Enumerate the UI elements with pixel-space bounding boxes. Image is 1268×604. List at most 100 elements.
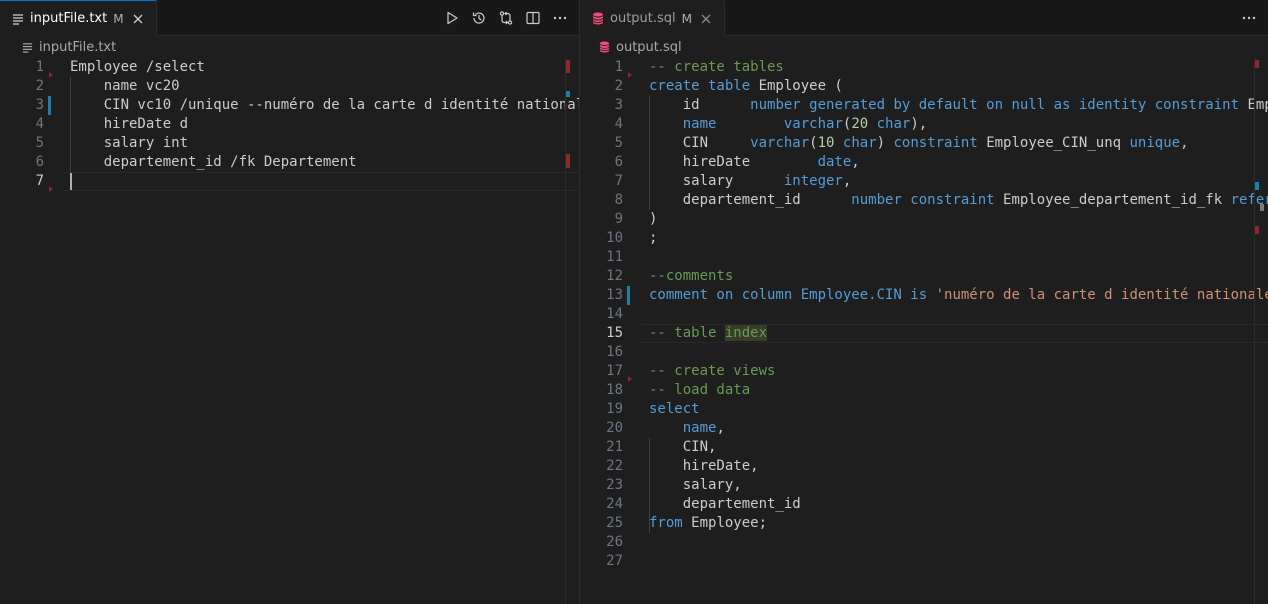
syntax-token: --comments	[649, 268, 734, 284]
syntax-token: 'numéro de la carte d identité nationale…	[935, 287, 1268, 303]
code-line[interactable]: 2 name vc20	[0, 77, 579, 96]
code-text: CIN,	[649, 438, 717, 457]
code-line[interactable]: 19 select	[580, 400, 1268, 419]
line-number: 9	[614, 211, 623, 227]
line-number: 3	[35, 97, 44, 113]
code-text: ;	[649, 229, 657, 248]
line-number: 6	[35, 154, 44, 170]
code-line[interactable]: 4 name varchar(20 char),	[580, 115, 1268, 134]
syntax-token: number constraint	[851, 192, 1004, 208]
code-line[interactable]: 14	[580, 305, 1268, 324]
syntax-token: departement_id	[649, 496, 801, 512]
code-line[interactable]: 20 name,	[580, 419, 1268, 438]
code-line[interactable]: 23 salary,	[580, 476, 1268, 495]
code-line[interactable]: 4 hireDate d	[0, 115, 579, 134]
code-line[interactable]: 21 CIN,	[580, 438, 1268, 457]
code-line[interactable]: 18 -- load data	[580, 381, 1268, 400]
code-line[interactable]: 17 -- create views	[580, 362, 1268, 381]
code-line[interactable]: 3 CIN vc10 /unique --numéro de la carte …	[0, 96, 579, 115]
line-number: 20	[606, 420, 623, 436]
line-number: 8	[614, 192, 623, 208]
close-icon[interactable]	[128, 9, 148, 29]
tab-output-sql[interactable]: output.sql M	[580, 0, 726, 36]
code-line[interactable]: 5 salary int	[0, 134, 579, 153]
modified-line-marker	[627, 286, 630, 305]
code-text: name vc20	[70, 78, 180, 94]
code-line[interactable]: 6 departement_id /fk Departement	[0, 153, 579, 172]
syntax-token: name	[682, 420, 717, 436]
line-number: 21	[606, 439, 623, 455]
tab-inputfile[interactable]: inputFile.txt M	[0, 0, 157, 36]
code-line[interactable]: 9)	[580, 210, 1268, 229]
code-line[interactable]: 15 -- table index	[580, 324, 1268, 343]
syntax-token: Employee.CIN	[800, 287, 911, 303]
syntax-token: ,	[851, 154, 860, 170]
code-line[interactable]: 1 -- create tables	[580, 58, 1268, 77]
syntax-token: hireDate,	[649, 458, 759, 474]
syntax-token: Employee;	[691, 515, 768, 531]
breadcrumb-filename[interactable]: inputFile.txt	[39, 40, 116, 55]
code-line[interactable]: 27	[580, 552, 1268, 571]
syntax-token: name	[682, 116, 717, 132]
code-line[interactable]: 22 hireDate,	[580, 457, 1268, 476]
syntax-token: ),	[910, 116, 928, 132]
overview-ruler[interactable]	[1254, 58, 1268, 604]
syntax-token: index	[724, 325, 768, 341]
code-line[interactable]: 13 comment on column Employee.CIN is 'num…	[580, 286, 1268, 305]
code-text: salary int	[70, 135, 189, 151]
code-line[interactable]: 8 departement_id number constraint Emplo…	[580, 191, 1268, 210]
syntax-token: constraint	[893, 135, 987, 151]
syntax-token: id	[649, 97, 751, 113]
code-line[interactable]: 1 Employee /select	[0, 58, 579, 77]
syntax-token: char	[876, 116, 911, 132]
code-text: CIN varchar(10 char) constraint Employee…	[649, 134, 1189, 153]
run-icon[interactable]	[439, 5, 465, 31]
line-number: 6	[614, 154, 623, 170]
code-editor[interactable]: 1 -- create tables 2 create table Employee …	[580, 58, 1268, 604]
syntax-token: 20	[851, 116, 869, 132]
code-line[interactable]: 5 CIN varchar(10 char) constraint Employ…	[580, 134, 1268, 153]
diff-indicator-icon	[628, 72, 632, 78]
code-line[interactable]: 26	[580, 533, 1268, 552]
code-line[interactable]: 16	[580, 343, 1268, 362]
code-line[interactable]: 3 id number generated by default on null…	[580, 96, 1268, 115]
database-icon	[599, 41, 610, 53]
line-number: 5	[614, 135, 623, 151]
syntax-token: date	[817, 154, 852, 170]
code-line[interactable]: 7	[0, 172, 579, 191]
modified-line-marker	[48, 96, 51, 115]
more-icon[interactable]	[547, 5, 573, 31]
syntax-token: 10	[817, 135, 835, 151]
code-line[interactable]: 2 create table Employee (	[580, 77, 1268, 96]
code-text: salary integer,	[649, 172, 852, 191]
diff-indicator-icon	[628, 376, 632, 382]
code-line[interactable]: 11	[580, 248, 1268, 267]
code-line[interactable]: 10;	[580, 229, 1268, 248]
close-icon[interactable]	[696, 9, 716, 29]
history-icon[interactable]	[466, 5, 492, 31]
compare-icon[interactable]	[493, 5, 519, 31]
code-text: -- create tables	[649, 58, 784, 77]
error-marker	[1255, 226, 1259, 234]
split-editor-icon[interactable]	[520, 5, 546, 31]
code-editor[interactable]: 1 Employee /select 2 name vc20 3 CIN vc10 /…	[0, 58, 579, 604]
code-line[interactable]: 12 --comments	[580, 267, 1268, 286]
code-line[interactable]: 25 from Employee;	[580, 514, 1268, 533]
line-number: 14	[606, 306, 623, 322]
tab-label: output.sql	[610, 11, 676, 26]
syntax-token	[834, 135, 842, 151]
code-line[interactable]: 7 salary integer,	[580, 172, 1268, 191]
more-icon[interactable]	[1236, 5, 1262, 31]
right-editor-group: output.sql M output.sql 1 -- create table…	[580, 0, 1268, 604]
text-file-icon	[22, 42, 33, 53]
syntax-token: -- create tables	[649, 59, 784, 75]
syntax-token: varchar	[783, 116, 843, 132]
syntax-token: salary	[649, 173, 784, 189]
code-line[interactable]: 24 departement_id	[580, 495, 1268, 514]
error-marker	[1255, 60, 1259, 68]
breadcrumb-filename[interactable]: output.sql	[616, 40, 682, 55]
syntax-token	[868, 116, 876, 132]
code-line[interactable]: 6 hireDate date,	[580, 153, 1268, 172]
overview-ruler[interactable]	[565, 58, 579, 604]
line-number: 12	[606, 268, 623, 284]
